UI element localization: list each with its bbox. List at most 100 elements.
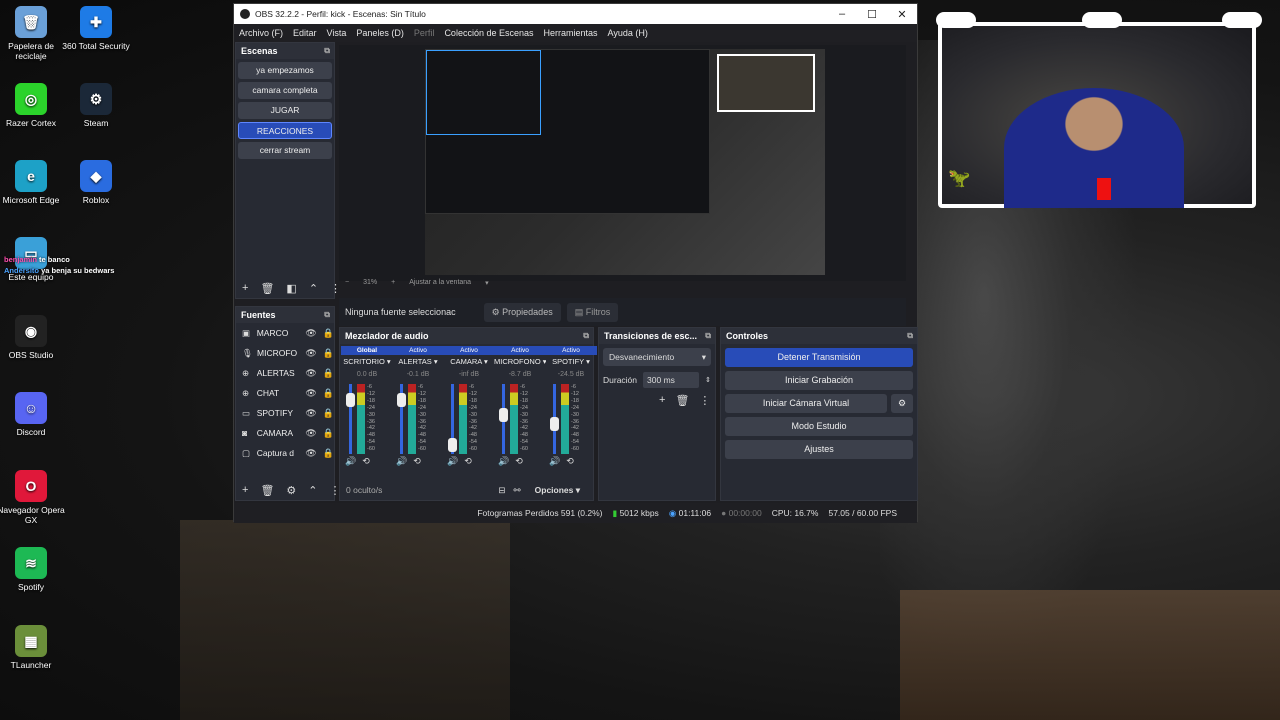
gear-icon[interactable]: ⚙: [891, 394, 913, 413]
menu-perfil[interactable]: Perfil: [409, 28, 440, 38]
volume-slider-handle[interactable]: [499, 408, 508, 422]
properties-button[interactable]: ⚙ Propiedades: [483, 302, 561, 322]
desktop-icon[interactable]: ◆ Roblox: [61, 160, 131, 205]
lock-icon[interactable]: 🔒: [323, 408, 334, 419]
channel-name[interactable]: MICROFONO ▾: [494, 357, 546, 366]
source-item[interactable]: ▢ Captura d 👁 🔒: [236, 443, 334, 463]
menu-coleccion[interactable]: Colección de Escenas: [439, 28, 538, 38]
duration-input[interactable]: 300 ms: [643, 372, 700, 388]
desktop-icon[interactable]: O Navegador Opera GX: [0, 470, 66, 525]
source-item[interactable]: ◙ CAMARA 👁 🔒: [236, 423, 334, 443]
scene-item-selected[interactable]: REACCIONES: [238, 122, 332, 139]
speaker-icon[interactable]: 🔊: [396, 456, 407, 467]
stepper-icon[interactable]: ⇕: [705, 376, 711, 384]
up-icon[interactable]: ⌃: [309, 282, 318, 295]
menu-herramientas[interactable]: Herramientas: [539, 28, 603, 38]
add-icon[interactable]: +: [242, 282, 248, 294]
desktop-icon[interactable]: 🗑 Papelera de reciclaje: [0, 6, 66, 61]
zoom-in-button[interactable]: +: [391, 279, 395, 287]
eye-icon[interactable]: 👁: [305, 408, 316, 419]
source-item[interactable]: 🎙 MICROFO 👁 🔒: [236, 343, 334, 363]
eye-icon[interactable]: 👁: [305, 448, 316, 459]
speaker-icon[interactable]: 🔊: [447, 456, 458, 467]
eye-icon[interactable]: 👁: [305, 368, 316, 379]
start-recording-button[interactable]: Iniciar Grabación: [725, 371, 913, 390]
settings-button[interactable]: Ajustes: [725, 440, 913, 459]
volume-slider-handle[interactable]: [448, 438, 457, 452]
speaker-icon[interactable]: 🔊: [498, 456, 509, 467]
monitor-toggle-icon[interactable]: ⟲: [566, 456, 574, 467]
lock-icon[interactable]: 🔒: [323, 448, 334, 459]
scene-item[interactable]: ya empezamos: [238, 62, 332, 79]
volume-slider-handle[interactable]: [397, 393, 406, 407]
fit-window-select[interactable]: Ajustar a la ventana: [409, 279, 471, 287]
link-icon[interactable]: ⚯: [514, 485, 521, 496]
channel-name[interactable]: CAMARA ▾: [443, 357, 495, 366]
up-icon[interactable]: ⌃: [308, 484, 317, 497]
source-item[interactable]: ⊕ ALERTAS 👁 🔒: [236, 363, 334, 383]
monitor-toggle-icon[interactable]: ⟲: [362, 456, 370, 467]
add-icon[interactable]: +: [242, 484, 248, 496]
maximize-button[interactable]: ☐: [857, 8, 887, 21]
menu-ayuda[interactable]: Ayuda (H): [603, 28, 653, 38]
channel-name[interactable]: SCRITORIO ▾: [341, 357, 393, 366]
monitor-toggle-icon[interactable]: ⟲: [515, 456, 523, 467]
studio-mode-button[interactable]: Modo Estudio: [725, 417, 913, 436]
lock-icon[interactable]: 🔒: [323, 428, 334, 439]
monitor-toggle-icon[interactable]: ⟲: [464, 456, 472, 467]
preview-area[interactable]: [339, 45, 906, 281]
filter-icon[interactable]: ◧: [286, 282, 296, 295]
menu-vista[interactable]: Vista: [322, 28, 352, 38]
trash-icon[interactable]: 🗑: [260, 282, 274, 295]
layout-icon[interactable]: ⊟: [498, 485, 505, 496]
desktop-icon[interactable]: ☺ Discord: [0, 392, 66, 437]
preview-canvas[interactable]: [425, 49, 825, 275]
scene-item[interactable]: JUGAR: [238, 102, 332, 119]
eye-icon[interactable]: 👁: [305, 348, 316, 359]
stop-stream-button[interactable]: Detener Transmisión: [725, 348, 913, 367]
minimize-button[interactable]: –: [827, 8, 857, 21]
scene-item[interactable]: camara completa: [238, 82, 332, 99]
speaker-icon[interactable]: 🔊: [549, 456, 560, 467]
add-icon[interactable]: +: [659, 394, 665, 407]
dock-icon[interactable]: ⧉: [705, 331, 711, 341]
dock-icon[interactable]: ⧉: [907, 331, 913, 341]
transition-select[interactable]: Desvanecimiento ▾: [603, 348, 711, 366]
filters-button[interactable]: ▤ Filtros: [566, 302, 619, 322]
eye-icon[interactable]: 👁: [305, 428, 316, 439]
desktop-icon[interactable]: e Microsoft Edge: [0, 160, 66, 205]
volume-slider-handle[interactable]: [346, 393, 355, 407]
desktop-icon[interactable]: ✚ 360 Total Security: [61, 6, 131, 51]
channel-name[interactable]: ALERTAS ▾: [392, 357, 444, 366]
volume-slider-handle[interactable]: [550, 417, 559, 431]
close-button[interactable]: ✕: [887, 8, 917, 21]
lock-icon[interactable]: 🔒: [323, 348, 334, 359]
eye-icon[interactable]: 👁: [305, 328, 316, 339]
menu-archivo[interactable]: Archivo (F): [234, 28, 288, 38]
dock-icon[interactable]: ⧉: [324, 310, 330, 320]
trash-icon[interactable]: 🗑: [675, 394, 689, 407]
desktop-icon[interactable]: ▦ TLauncher: [0, 625, 66, 670]
lock-icon[interactable]: 🔒: [323, 328, 334, 339]
desktop-icon[interactable]: ≋ Spotify: [0, 547, 66, 592]
zoom-out-button[interactable]: −: [345, 279, 349, 287]
desktop-icon[interactable]: ⚙ Steam: [61, 83, 131, 128]
source-item[interactable]: ▣ MARCO 👁 🔒: [236, 323, 334, 343]
menu-editar[interactable]: Editar: [288, 28, 322, 38]
more-icon[interactable]: ⋮: [699, 394, 710, 407]
lock-icon[interactable]: 🔒: [323, 388, 334, 399]
speaker-icon[interactable]: 🔊: [345, 456, 356, 467]
dock-icon[interactable]: ⧉: [324, 46, 330, 56]
menu-paneles[interactable]: Paneles (D): [351, 28, 409, 38]
dock-icon[interactable]: ⧉: [583, 331, 589, 341]
gear-icon[interactable]: ⚙: [286, 484, 296, 497]
source-item[interactable]: ⊕ CHAT 👁 🔒: [236, 383, 334, 403]
options-button[interactable]: Opciones ▾: [535, 485, 580, 496]
trash-icon[interactable]: 🗑: [260, 484, 274, 497]
monitor-toggle-icon[interactable]: ⟲: [413, 456, 421, 467]
lock-icon[interactable]: 🔒: [323, 368, 334, 379]
desktop-icon[interactable]: ◉ OBS Studio: [0, 315, 66, 360]
eye-icon[interactable]: 👁: [305, 388, 316, 399]
scene-item[interactable]: cerrar stream: [238, 142, 332, 159]
channel-name[interactable]: SPOTIFY ▾: [545, 357, 597, 366]
